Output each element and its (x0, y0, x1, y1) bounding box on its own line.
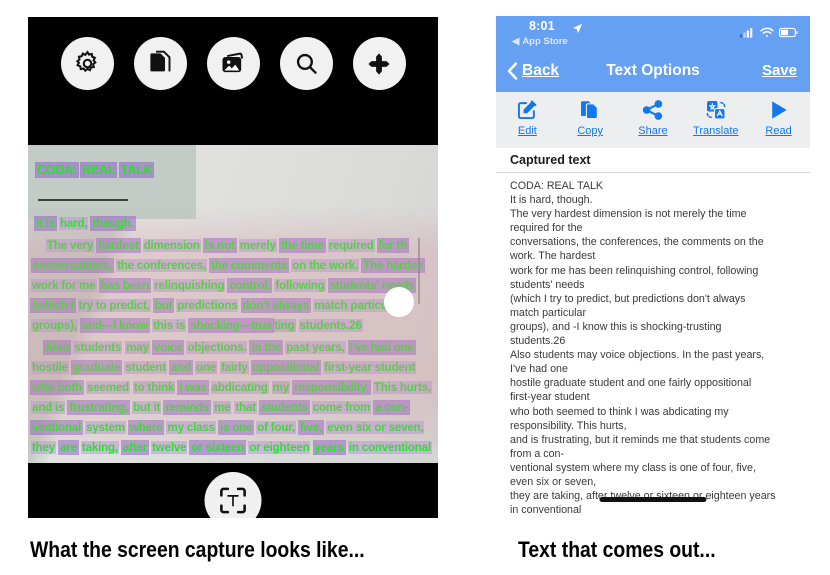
navigation-bar: Back Text Options Save (496, 54, 810, 92)
text-line: from a con- (510, 447, 565, 460)
ocr-line: and is frustrating, but it reminds me th… (31, 401, 410, 414)
text-line: (which I try to predict, but predictions… (510, 292, 746, 305)
text-options-app-panel: 8:01 ◀ App Store Back Text Options Save … (496, 16, 810, 518)
text-line: hostile graduate student and one fairly … (510, 377, 752, 390)
text-line: students' needs (510, 278, 585, 291)
home-indicator[interactable] (599, 497, 707, 502)
ocr-line: conversations, the conferences, the comm… (32, 259, 425, 272)
captured-text-header: Captured text (496, 148, 810, 173)
wifi-icon (760, 27, 774, 37)
text-line: Also students may voice objections. In t… (510, 349, 765, 362)
text-line: and is frustrating, but it reminds me th… (510, 433, 771, 446)
ocr-line: work for me has been relinquishing contr… (31, 279, 416, 292)
location-arrow-icon (572, 21, 583, 39)
camera-top-bar (28, 17, 438, 145)
read-play-icon (768, 97, 790, 123)
read-button[interactable]: Read (750, 97, 808, 137)
text-line: It is hard, though. (510, 194, 593, 207)
section-title: Captured text (510, 153, 591, 167)
captured-text-body[interactable]: CODA: REAL TALK It is hard, though. The … (496, 173, 810, 517)
search-icon[interactable] (279, 37, 333, 90)
text-line: CODA: REAL TALK (510, 180, 604, 192)
copy-button[interactable]: Copy (561, 97, 619, 137)
share-icon (641, 97, 664, 123)
text-line: conversations, the conferences, the comm… (510, 236, 764, 249)
ocr-line: CODA: REAL TALK (36, 163, 154, 177)
lens-glare-dot (384, 287, 414, 317)
left-caption: What the screen capture looks like... (30, 537, 365, 562)
status-indicators (740, 27, 798, 38)
back-triangle-icon: ◀ (512, 36, 520, 47)
translate-button[interactable]: Translate (687, 97, 745, 137)
share-button[interactable]: Share (624, 97, 682, 137)
translate-label: Translate (693, 125, 739, 137)
ocr-line: Also students may voice objections. In t… (44, 341, 415, 354)
return-to-app-link[interactable]: ◀ App Store (512, 36, 568, 47)
right-caption: Text that comes out... (518, 537, 716, 562)
edit-icon (516, 97, 538, 123)
translate-icon (705, 97, 727, 123)
photo-library-icon[interactable] (206, 37, 260, 90)
read-label: Read (765, 125, 792, 137)
camera-tool-row (28, 37, 438, 90)
save-button[interactable]: Save (762, 62, 797, 79)
text-line: required for the (510, 222, 583, 235)
text-line: ventional system where my class is one o… (510, 461, 756, 474)
ocr-line: who both seemed to think I was abdicatin… (31, 381, 432, 394)
paper-shadow-patch (28, 145, 196, 219)
document-ocr-preview[interactable]: CODA: REAL TALK It is hard, though. The … (28, 145, 438, 463)
copy-label: Copy (577, 125, 604, 137)
ocr-line: hostile graduate student and one fairly … (31, 361, 417, 374)
share-label: Share (638, 125, 668, 137)
status-time: 8:01 (529, 19, 555, 33)
text-line: even six or seven, (510, 475, 597, 488)
edit-label: Edit (517, 125, 537, 137)
text-line: groups), and -I know this is shocking-tr… (510, 320, 722, 333)
documents-icon[interactable] (133, 37, 187, 90)
text-line: work. The hardest (510, 250, 596, 263)
text-line: I've had one (510, 363, 568, 376)
settings-gear-icon[interactable] (60, 37, 114, 90)
text-line: match particular (510, 306, 587, 319)
screen-capture-panel: CODA: REAL TALK It is hard, though. The … (28, 17, 438, 518)
text-line: students.26 (510, 335, 566, 348)
ocr-line: The very hardest dimension is not merely… (46, 239, 408, 252)
ocr-line: ventional system where my class is one o… (31, 421, 425, 434)
text-line: in conventional (510, 504, 582, 517)
status-bar: 8:01 ◀ App Store (496, 16, 810, 54)
ocr-line: (which I try to predict, but predictions… (31, 299, 398, 312)
copy-icon (579, 97, 601, 123)
text-line: who both seemed to think I was abdicatin… (510, 405, 729, 418)
ocr-line: It is hard, though. (35, 217, 135, 230)
figure-root: CODA: REAL TALK It is hard, though. The … (0, 0, 830, 575)
move-resize-icon[interactable] (352, 37, 406, 90)
text-line: first-year student (510, 391, 590, 404)
action-toolbar: Edit Copy Share Translate Read (496, 92, 810, 148)
heading-rule (38, 199, 128, 201)
text-line: work for me has been relinquishing contr… (510, 264, 759, 277)
battery-icon (779, 27, 798, 38)
return-app-label: App Store (522, 36, 568, 47)
ocr-line: they are taking, after twelve or sixteen… (31, 441, 432, 454)
edit-button[interactable]: Edit (498, 97, 556, 137)
ocr-line: groups), and—I know this is shocking—tru… (31, 319, 363, 332)
cellular-signal-icon (740, 28, 753, 38)
text-line: The very hardest dimension is not merely… (510, 208, 747, 221)
text-line: responsibility. This hurts, (510, 419, 627, 432)
